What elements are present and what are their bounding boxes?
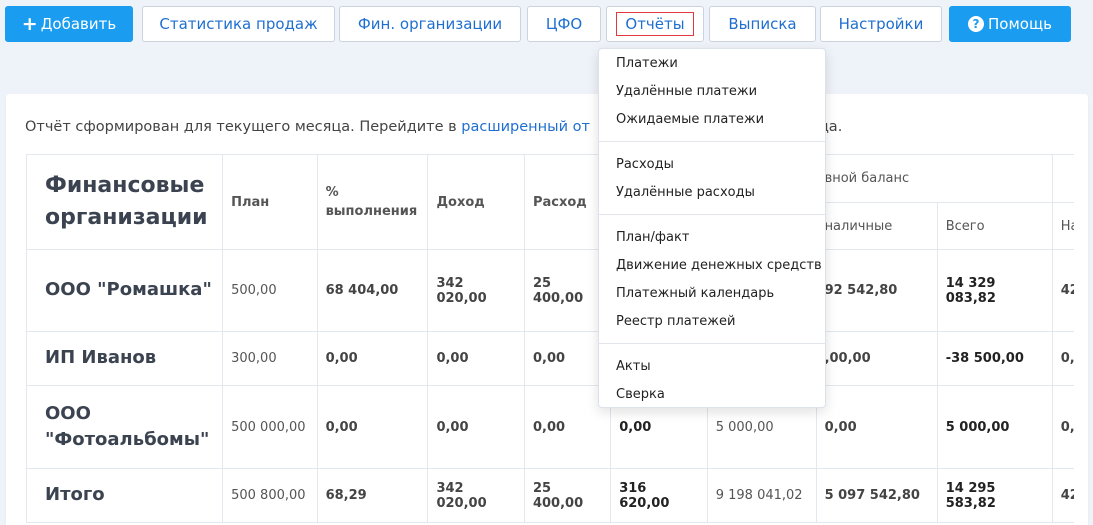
income-cell: 342 020,00 — [427, 468, 525, 523]
org-name-cell: ИП Иванов — [26, 331, 224, 386]
menu-item-payment-register[interactable]: Реестр платежей — [616, 314, 735, 329]
cash-cell: 0,00 — [1051, 385, 1074, 469]
plan-cell: 300,00 — [222, 331, 318, 386]
next-group-header — [1051, 154, 1074, 203]
total-cell: 5 000,00 — [936, 385, 1053, 469]
table-total-row: Итого 500 800,00 68,29 342 020,00 25 400… — [26, 468, 1074, 523]
noncash-cell: 5 097 542,80 — [815, 468, 938, 523]
noncash-cell: 0,00 — [815, 385, 938, 469]
menu-divider — [599, 141, 825, 142]
menu-divider — [599, 214, 825, 215]
total-cell: -38 500,00 — [936, 331, 1053, 386]
menu-item-deleted-expenses[interactable]: Удалённые расходы — [616, 185, 755, 200]
income-cell: 0,00 — [427, 385, 525, 469]
settings-button[interactable]: Настройки — [820, 6, 942, 42]
expense-cell: 25 400,00 — [523, 468, 612, 523]
menu-item-expected-payments[interactable]: Ожидаемые платежи — [616, 112, 764, 127]
plan-cell: 500,00 — [222, 249, 318, 332]
table-row[interactable]: ИП Иванов 300,00 0,00 0,00 0,00 ,00,00 -… — [26, 331, 1074, 386]
plus-icon: + — [21, 12, 38, 35]
menu-item-acts[interactable]: Акты — [616, 359, 651, 374]
percent-cell: 0,00 — [316, 385, 429, 469]
org-name-cell: ООО "Фотоальбомы" — [26, 385, 224, 469]
reports-active-outline: Отчёты — [616, 11, 694, 37]
cash-column-header: Нали — [1051, 202, 1074, 250]
reports-label: Отчёты — [625, 14, 685, 33]
menu-item-deleted-payments[interactable]: Удалённые платежи — [616, 84, 757, 99]
total-cell: 14 295 583,82 — [936, 468, 1053, 523]
noncash-cell: ,00,00 — [815, 331, 938, 386]
cfo-label: ЦФО — [545, 15, 583, 33]
org-column-header: Финансовые организации — [26, 154, 224, 250]
noncash-column-header: наличные — [815, 202, 938, 250]
income-column-header: Доход — [427, 154, 525, 250]
sales-stats-button[interactable]: Статистика продаж — [142, 6, 335, 42]
total-label-cell: Итого — [26, 468, 224, 523]
table-row[interactable]: ООО "Ромашка" 500,00 68 404,00 342 020,0… — [26, 249, 1074, 332]
table-row[interactable]: ООО "Фотоальбомы" 500 000,00 0,00 0,00 0… — [26, 385, 1074, 469]
settings-label: Настройки — [838, 15, 924, 33]
menu-item-reconciliation[interactable]: Сверка — [616, 387, 665, 402]
menu-item-payments[interactable]: Платежи — [616, 56, 678, 71]
statement-label: Выписка — [728, 15, 797, 33]
notice-text: Отчёт сформирован для текущего месяца. П… — [25, 119, 462, 135]
report-table: Финансовые организации План % выполнения… — [26, 154, 1074, 523]
report-table-wrap: Финансовые организации План % выполнения… — [26, 154, 1074, 525]
plan-cell: 500 000,00 — [222, 385, 318, 469]
percent-column-header: % выполнения — [316, 154, 429, 250]
plan-column-header: План — [222, 154, 318, 250]
total-cell: 14 329 083,82 — [936, 249, 1053, 332]
reports-dropdown-menu: Платежи Удалённые платежи Ожидаемые плат… — [598, 48, 826, 408]
noncash-cell: 92 542,80 — [815, 249, 938, 332]
cash-cell: 42 50 — [1051, 249, 1074, 332]
hidden-cell-b: 9 198 041,02 — [706, 468, 817, 523]
org-name-cell: ООО "Ромашка" — [26, 249, 224, 332]
hidden-cell-a: 316 620,00 — [610, 468, 708, 523]
menu-item-payment-calendar[interactable]: Платежный календарь — [616, 286, 774, 301]
income-cell: 342 020,00 — [427, 249, 525, 332]
cfo-button[interactable]: ЦФО — [527, 6, 601, 42]
add-button[interactable]: + Добавить — [5, 6, 133, 42]
extended-report-link[interactable]: расширенный от — [461, 119, 590, 135]
cash-cell: 0,00 — [1051, 331, 1074, 386]
income-cell: 0,00 — [427, 331, 525, 386]
reports-button[interactable]: Отчёты — [606, 6, 704, 42]
percent-cell: 0,00 — [316, 331, 429, 386]
menu-item-cash-flow[interactable]: Движение денежных средств — [616, 258, 822, 273]
percent-cell: 68 404,00 — [316, 249, 429, 332]
statement-button[interactable]: Выписка — [709, 6, 816, 42]
percent-cell: 68,29 — [316, 468, 429, 523]
balance-group-header: вной баланс — [815, 154, 1053, 203]
sales-stats-label: Статистика продаж — [159, 15, 318, 33]
help-label: Помощь — [988, 15, 1052, 33]
fin-orgs-button[interactable]: Фин. организации — [339, 6, 521, 42]
fin-orgs-label: Фин. организации — [357, 15, 503, 33]
menu-divider — [599, 343, 825, 344]
total-column-header: Всего — [936, 202, 1053, 250]
add-button-label: Добавить — [40, 15, 117, 33]
menu-item-expenses[interactable]: Расходы — [616, 157, 674, 172]
help-button[interactable]: ? Помощь — [949, 6, 1071, 42]
menu-item-plan-fact[interactable]: План/факт — [616, 230, 689, 245]
question-circle-icon: ? — [968, 16, 985, 32]
cash-cell: 42 50 — [1051, 468, 1074, 523]
plan-cell: 500 800,00 — [222, 468, 318, 523]
report-card: Отчёт сформирован для текущего месяца. П… — [6, 94, 1088, 525]
